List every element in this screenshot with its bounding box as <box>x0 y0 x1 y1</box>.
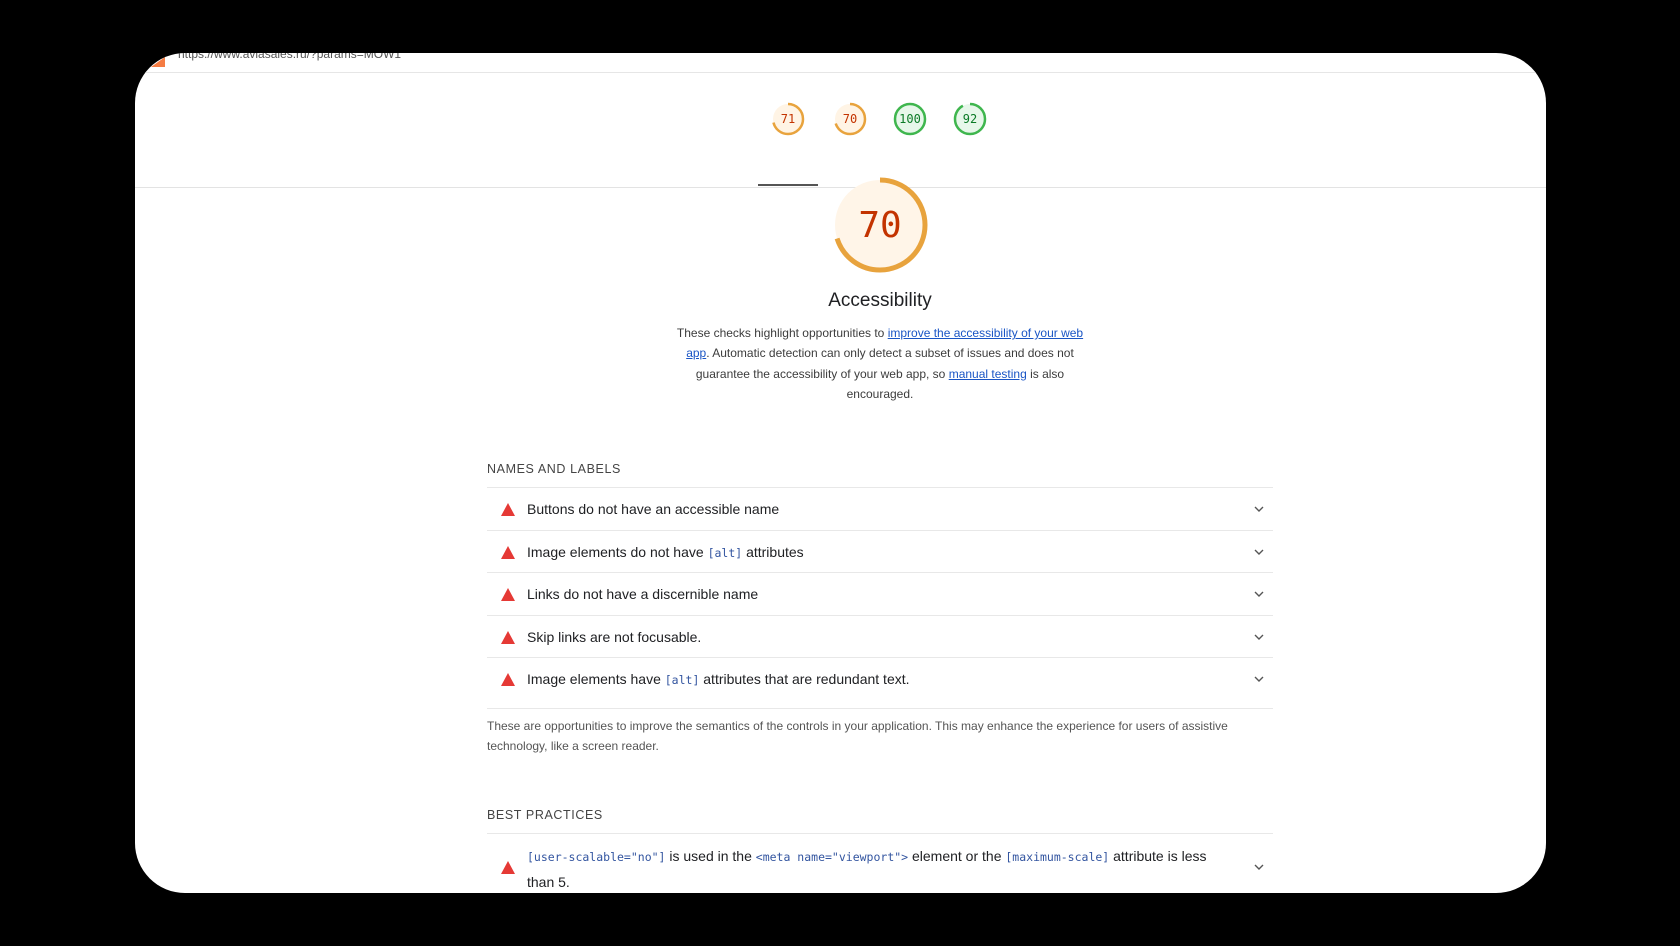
warning-triangle-icon <box>501 503 515 516</box>
warning-triangle-icon <box>501 546 515 559</box>
category-description: These checks highlight opportunities to … <box>675 323 1085 404</box>
category-title: Accessibility <box>828 290 932 311</box>
category-score: 70 <box>858 204 902 246</box>
tab-performance[interactable]: 71 <box>758 89 818 149</box>
audit-title: Links do not have a discernible name <box>527 586 759 602</box>
score-value: 71 <box>780 112 796 126</box>
browser-window: https://www.aviasales.ru/?params=MOW1 71… <box>135 53 1546 893</box>
audit-button-name[interactable]: Buttons do not have an accessible name <box>487 487 1273 530</box>
url-bar[interactable]: https://www.aviasales.ru/?params=MOW1 <box>135 53 1546 73</box>
chevron-down-icon[interactable] <box>1253 632 1265 642</box>
audit-image-alt[interactable]: Image elements do not have [alt] attribu… <box>487 530 1273 573</box>
warning-triangle-icon <box>501 673 515 686</box>
lighthouse-icon <box>151 57 165 67</box>
audit-title: Image elements have [alt] attributes tha… <box>527 671 910 687</box>
tab-seo[interactable]: 92 <box>940 89 1000 149</box>
manual-testing-link[interactable]: manual testing <box>949 367 1027 381</box>
audit-skip-link[interactable]: Skip links are not focusable. <box>487 615 1273 658</box>
category-score-gauge: 70 <box>830 175 930 275</box>
warning-triangle-icon <box>501 861 515 874</box>
tab-accessibility[interactable]: 70 <box>820 89 880 149</box>
audit-title: [user-scalable="no"] is used in the <met… <box>527 848 1207 890</box>
audit-image-redundant-alt[interactable]: Image elements have [alt] attributes tha… <box>487 657 1273 700</box>
chevron-down-icon[interactable] <box>1253 589 1265 599</box>
audit-link-name[interactable]: Links do not have a discernible name <box>487 572 1273 615</box>
url-text: https://www.aviasales.ru/?params=MOW1 <box>178 53 402 61</box>
chevron-down-icon[interactable] <box>1253 547 1265 557</box>
chevron-down-icon[interactable] <box>1253 674 1265 684</box>
group-title-names-labels: NAMES AND LABELS <box>487 462 621 476</box>
chevron-down-icon[interactable] <box>1253 862 1265 872</box>
audit-title: Image elements do not have [alt] attribu… <box>527 544 804 560</box>
score-gauges-nav: 71 70 100 92 <box>135 73 1546 188</box>
score-value: 70 <box>842 112 858 126</box>
tab-best-practices[interactable]: 100 <box>880 89 940 149</box>
chevron-down-icon[interactable] <box>1253 504 1265 514</box>
group-description: These are opportunities to improve the s… <box>487 708 1273 757</box>
score-value: 100 <box>899 112 921 126</box>
audit-title: Buttons do not have an accessible name <box>527 501 780 517</box>
warning-triangle-icon <box>501 631 515 644</box>
group-title-best-practices: BEST PRACTICES <box>487 808 603 822</box>
description-text: These checks highlight opportunities to <box>676 326 888 340</box>
active-tab-indicator <box>758 184 818 186</box>
audit-title: Skip links are not focusable. <box>527 629 702 645</box>
audit-meta-viewport[interactable]: [user-scalable="no"] is used in the <met… <box>487 833 1273 893</box>
score-value: 92 <box>962 112 978 126</box>
warning-triangle-icon <box>501 588 515 601</box>
